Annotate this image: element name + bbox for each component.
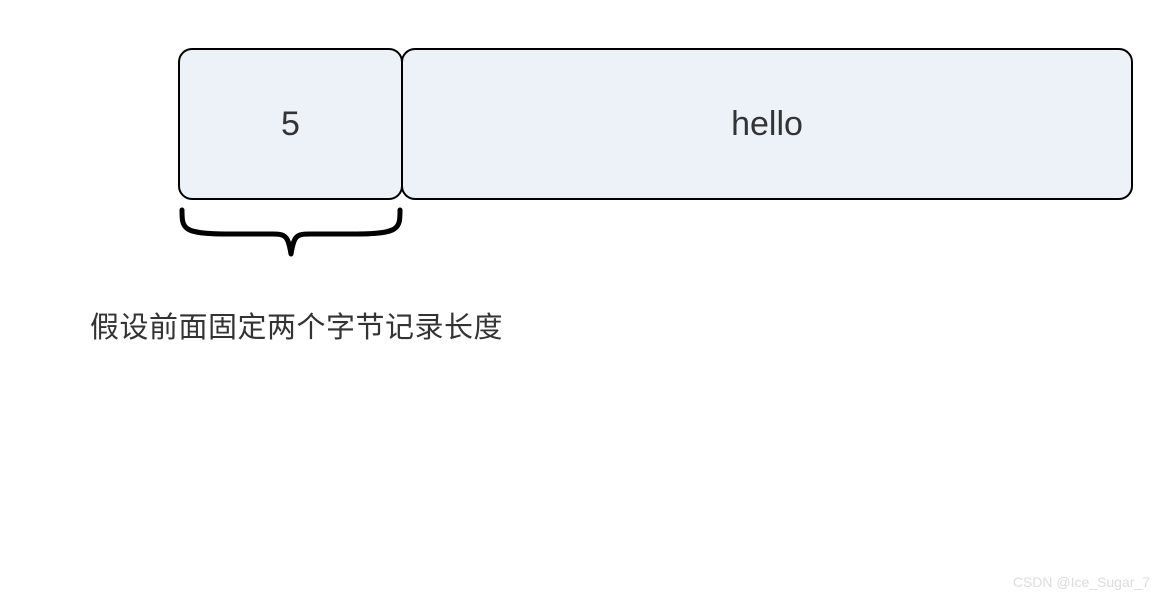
payload-box: hello bbox=[401, 48, 1133, 200]
diagram-container: 5 hello bbox=[178, 48, 1133, 269]
length-box: 5 bbox=[178, 48, 403, 200]
length-value: 5 bbox=[281, 105, 300, 144]
watermark-text: CSDN @Ice_Sugar_7 bbox=[1013, 574, 1150, 590]
payload-value: hello bbox=[731, 105, 803, 144]
packet-boxes-row: 5 hello bbox=[178, 48, 1133, 200]
curly-brace-icon bbox=[176, 204, 406, 264]
diagram-caption: 假设前面固定两个字节记录长度 bbox=[90, 304, 503, 346]
